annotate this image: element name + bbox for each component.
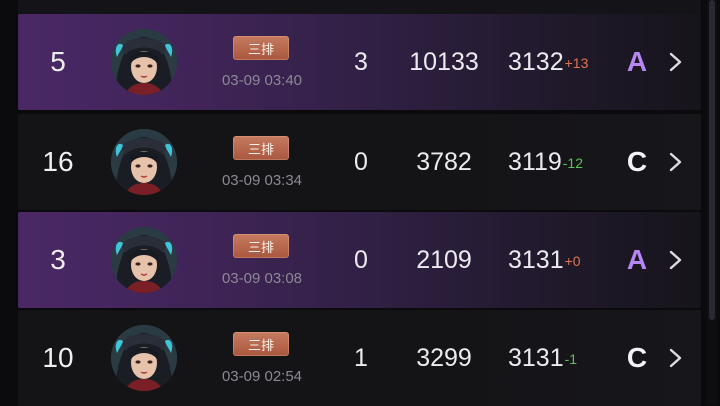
placement-rank: 16 [42, 146, 74, 177]
rating-cell: 3131 -1 [508, 310, 577, 406]
match-score: 3299 [416, 343, 472, 372]
rating-value: 3131 [508, 245, 564, 274]
rating-delta: -12 [562, 155, 583, 171]
rating-value: 3119 [508, 147, 562, 176]
hero-avatar [111, 129, 177, 195]
rating-delta: +0 [564, 253, 581, 269]
grade-letter: C [626, 146, 648, 177]
previous-row-edge [18, 0, 701, 15]
mode-badge: 三排 [233, 332, 289, 356]
placement-rank: 3 [50, 244, 66, 275]
kill-count: 0 [354, 147, 368, 176]
rating-cell: 3132 +13 [508, 14, 588, 110]
chevron-right-icon[interactable] [664, 150, 686, 174]
chevron-right-icon[interactable] [664, 50, 686, 74]
rating-delta: +13 [564, 55, 589, 71]
placement-rank: 10 [42, 342, 74, 373]
match-row[interactable]: 3 三排 03-09 03:08 0 2109 3131 +0 A [18, 212, 701, 308]
match-time: 03-09 02:54 [221, 368, 303, 385]
chevron-right-icon[interactable] [664, 346, 686, 370]
hero-avatar [111, 325, 177, 391]
hero-avatar [111, 227, 177, 293]
match-row[interactable]: 5 三排 03-09 03:40 3 10133 3132 +13 A [18, 14, 701, 110]
hero-avatar [111, 29, 177, 95]
grade-letter: A [626, 46, 648, 77]
rating-delta: -1 [564, 351, 578, 367]
grade-letter: C [626, 342, 648, 373]
placement-rank: 5 [50, 46, 66, 77]
match-score: 10133 [409, 47, 479, 76]
match-score: 3782 [416, 147, 472, 176]
mode-badge: 三排 [233, 234, 289, 258]
grade-letter: A [626, 244, 648, 275]
kill-count: 1 [354, 343, 368, 372]
rating-value: 3132 [508, 47, 564, 76]
rating-value: 3131 [508, 343, 564, 372]
kill-count: 3 [354, 47, 368, 76]
mode-badge: 三排 [233, 136, 289, 160]
rating-cell: 3131 +0 [508, 212, 581, 308]
match-score: 2109 [416, 245, 472, 274]
rating-cell: 3119 -12 [508, 114, 583, 210]
match-history-list: 5 三排 03-09 03:40 3 10133 3132 +13 A 16 三… [18, 0, 701, 406]
scrollbar-thumb[interactable] [709, 0, 715, 320]
chevron-right-icon[interactable] [664, 248, 686, 272]
match-row[interactable]: 10 三排 03-09 02:54 1 3299 3131 -1 C [18, 310, 701, 406]
match-row[interactable]: 16 三排 03-09 03:34 0 3782 3119 -12 C [18, 114, 701, 210]
match-time: 03-09 03:40 [221, 72, 303, 89]
kill-count: 0 [354, 245, 368, 274]
mode-badge: 三排 [233, 36, 289, 60]
match-time: 03-09 03:08 [221, 270, 303, 287]
match-time: 03-09 03:34 [221, 172, 303, 189]
